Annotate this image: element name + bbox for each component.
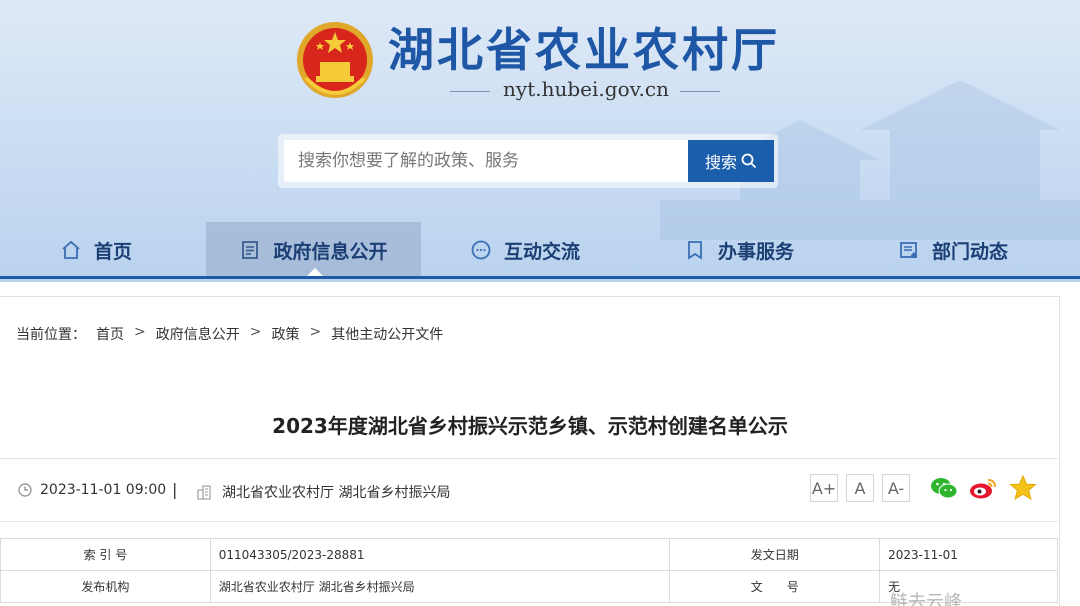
publish-source: 湖北省农业农村厅 湖北省乡村振兴局 [196, 482, 450, 502]
info-label-index: 索 引 号 [0, 538, 211, 571]
main-nav: 首页 政府信息公开 互动交流 办事服务 部门动态 [0, 222, 1080, 280]
table-row: 索 引 号 011043305/2023-28881 发文日期 2023-11-… [0, 538, 1058, 571]
font-size-increase-button[interactable]: A+ [810, 474, 838, 502]
info-value-index: 011043305/2023-28881 [209, 538, 671, 571]
chat-icon [471, 240, 491, 260]
publish-source-text: 湖北省农业农村厅 湖北省乡村振兴局 [222, 485, 451, 501]
info-value-publisher: 湖北省农业农村厅 湖北省乡村振兴局 [209, 570, 671, 603]
national-emblem-icon [297, 22, 373, 98]
breadcrumb-separator: > [309, 324, 322, 340]
nav-item-interaction-label: 互动交流 [504, 240, 581, 263]
bookmark-icon [688, 241, 702, 260]
nav-underline [0, 276, 1080, 279]
document-icon [242, 241, 259, 259]
breadcrumb-separator: > [134, 324, 146, 340]
breadcrumb-item-policy[interactable]: 政策 [271, 324, 299, 344]
clock-icon [18, 483, 32, 497]
site-name: 湖北省农业农村厅 [388, 23, 780, 77]
domain-rule-right [680, 91, 720, 92]
search-icon [741, 153, 757, 169]
info-label-date: 发文日期 [669, 538, 881, 571]
nav-item-dept-news-label: 部门动态 [932, 240, 1009, 263]
building-icon [197, 485, 211, 500]
nav-item-gov-info-label: 政府信息公开 [273, 240, 388, 263]
info-value-date: 2023-11-01 [879, 538, 1058, 571]
nav-item-home[interactable]: 首页 [60, 222, 132, 278]
breadcrumb-item-home[interactable]: 首页 [96, 324, 124, 344]
info-label-publisher: 发布机构 [0, 570, 211, 603]
meta-divider: | [172, 480, 178, 499]
breadcrumb: 当前位置： 首页 > 政府信息公开 > 政策 > 其他主动公开文件 [16, 324, 443, 344]
news-icon [900, 242, 917, 258]
search-button-label: 搜索 [704, 153, 737, 172]
font-size-default-button[interactable]: A [846, 474, 874, 502]
nav-item-services[interactable]: 办事服务 [684, 222, 794, 278]
breadcrumb-item-gov-info[interactable]: 政府信息公开 [156, 324, 240, 344]
nav-item-interaction[interactable]: 互动交流 [470, 222, 580, 278]
share-weibo-button[interactable] [968, 474, 998, 502]
share-wechat-button[interactable] [929, 474, 959, 502]
info-label-doc-number: 文 号 [669, 570, 881, 603]
site-domain-row: nyt.hubei.gov.cn [440, 77, 730, 105]
breadcrumb-separator: > [249, 324, 262, 340]
search-box: 搜索 [278, 134, 778, 188]
nav-item-services-label: 办事服务 [718, 240, 795, 263]
article-title: 2023年度湖北省乡村振兴示范乡镇、示范村创建名单公示 [272, 414, 788, 438]
favorite-star-icon [1009, 475, 1037, 501]
domain-rule-left [450, 91, 490, 92]
share-favorite-button[interactable] [1008, 474, 1038, 502]
search-button[interactable]: 搜索 [688, 140, 774, 182]
weibo-icon [970, 479, 996, 499]
nav-item-home-label: 首页 [94, 240, 133, 263]
nav-item-dept-news[interactable]: 部门动态 [898, 222, 1008, 278]
breadcrumb-item-other-docs[interactable]: 其他主动公开文件 [331, 324, 443, 344]
home-icon [62, 240, 80, 259]
publish-time: 2023-11-01 09:00 [18, 482, 166, 498]
watermark: 鲢去云峰 [890, 592, 962, 606]
breadcrumb-prefix: 当前位置： [16, 327, 86, 343]
search-input[interactable] [284, 140, 696, 182]
nav-active-caret [307, 268, 323, 276]
wechat-icon [931, 478, 958, 499]
site-domain[interactable]: nyt.hubei.gov.cn [498, 77, 674, 101]
publish-datetime: 2023-11-01 09:00 [40, 482, 167, 498]
font-size-decrease-button[interactable]: A- [882, 474, 910, 502]
